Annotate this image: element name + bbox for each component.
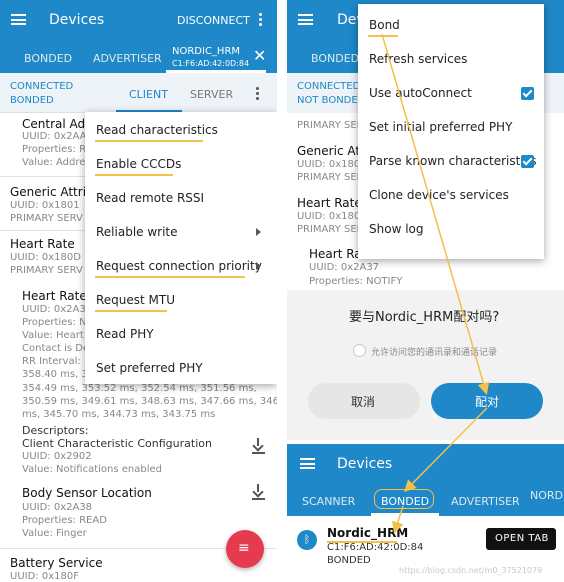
annotation-arrows <box>381 33 490 534</box>
arrow-bond-to-pair <box>381 33 490 395</box>
arrow-pair-to-bonded-tab <box>403 407 488 493</box>
arrow-bonded-tab-to-device <box>392 505 404 534</box>
